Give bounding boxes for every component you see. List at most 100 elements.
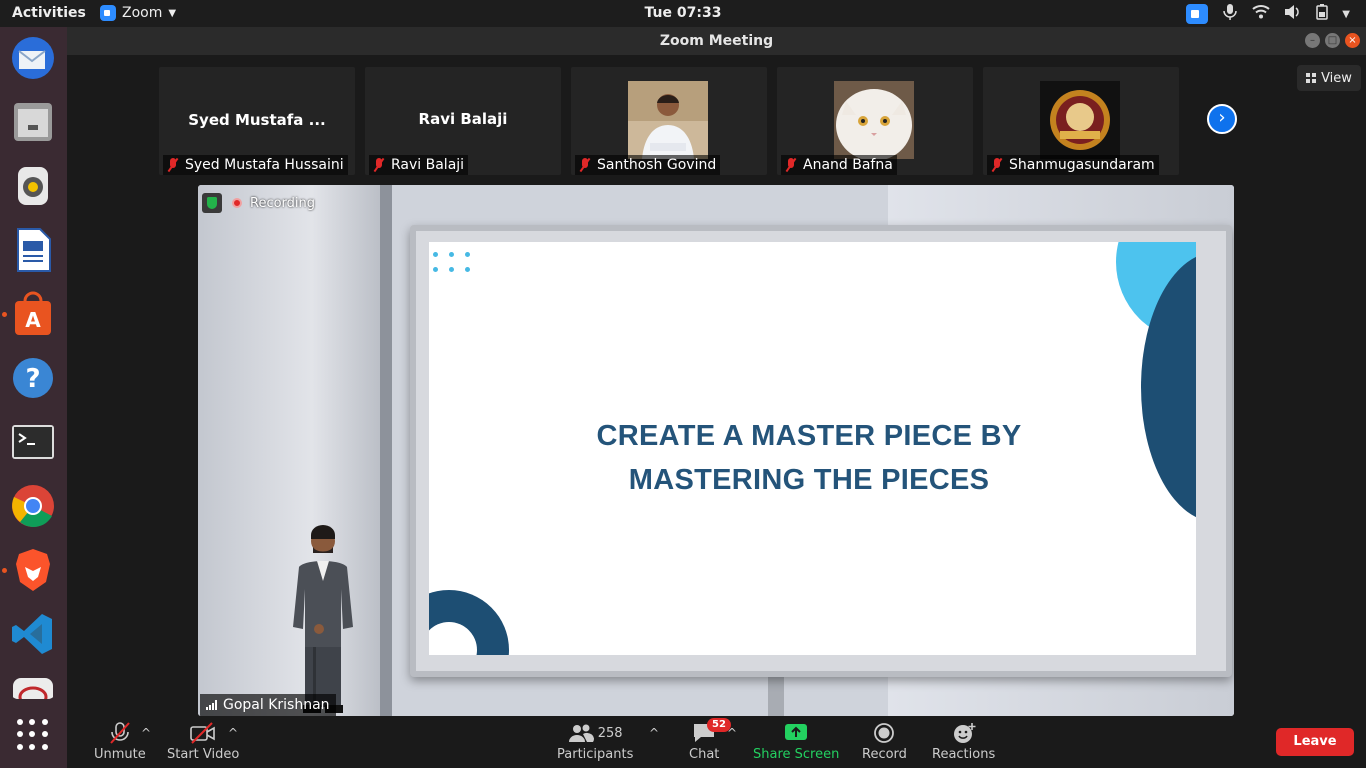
participant-tile[interactable]: Anand Bafna <box>777 67 973 175</box>
mic-muted-icon <box>579 158 591 172</box>
speaker-name-tag: Gopal Krishnan <box>200 694 336 716</box>
meeting-toolbar: Unmute ^ Start Video ^ 258 Participants … <box>67 716 1366 768</box>
volume-icon[interactable] <box>1284 4 1302 24</box>
minimize-button[interactable]: – <box>1305 33 1320 48</box>
recording-dot-icon <box>232 198 242 208</box>
slide: CREATE A MASTER PIECE BY MASTERING THE P… <box>429 242 1196 655</box>
activities-button[interactable]: Activities <box>12 5 86 21</box>
view-button[interactable]: View <box>1297 65 1361 91</box>
chevron-down-icon[interactable]: ▼ <box>1342 9 1350 20</box>
running-indicator <box>2 568 7 573</box>
participants-count: 258 <box>597 725 623 741</box>
slide-title: CREATE A MASTER PIECE BY MASTERING THE P… <box>429 414 1189 502</box>
recording-indicator[interactable]: Recording <box>202 193 315 213</box>
wifi-icon[interactable] <box>1252 4 1270 24</box>
view-button-label: View <box>1321 70 1352 86</box>
microphone-muted-icon <box>107 722 133 744</box>
participant-tile[interactable]: Shanmugasundaram <box>983 67 1179 175</box>
audio-options-caret[interactable]: ^ <box>141 726 151 740</box>
slide-decoration <box>429 590 509 655</box>
record-icon <box>871 722 897 744</box>
chrome-icon[interactable] <box>10 483 56 529</box>
brave-icon[interactable] <box>10 547 56 593</box>
system-top-bar: Activities Zoom ▼ Tue 07:33 ▼ <box>0 0 1366 27</box>
show-applications-icon[interactable] <box>17 719 49 751</box>
terminal-icon[interactable] <box>10 419 56 465</box>
participant-name: Syed Mustafa Hussaini <box>185 157 344 173</box>
studio-pillar <box>380 185 392 716</box>
vscode-icon[interactable] <box>10 611 56 657</box>
participant-name: Ravi Balaji <box>391 157 465 173</box>
microphone-icon[interactable] <box>1222 3 1238 25</box>
chevron-down-icon: ▼ <box>168 7 177 19</box>
rhythmbox-icon[interactable] <box>10 163 56 209</box>
participants-options-caret[interactable]: ^ <box>649 726 659 740</box>
running-indicator <box>2 312 7 317</box>
chevron-right-icon: › <box>1218 107 1226 128</box>
participant-label: Syed Mustafa Hussaini <box>163 155 348 175</box>
share-screen-icon <box>783 722 809 744</box>
participant-tile[interactable]: Santhosh Govind <box>571 67 767 175</box>
svg-text:?: ? <box>25 364 40 394</box>
share-screen-button[interactable]: Share Screen <box>753 722 839 762</box>
battery-icon[interactable] <box>1316 4 1329 24</box>
ubuntu-software-icon[interactable]: A <box>10 291 56 337</box>
slide-dot-pattern <box>433 252 471 272</box>
help-icon[interactable]: ? <box>10 355 56 401</box>
camera-off-icon <box>190 722 216 744</box>
app-menu[interactable]: Zoom ▼ <box>100 5 176 21</box>
recording-label: Recording <box>250 195 316 211</box>
leave-button[interactable]: Leave <box>1276 728 1354 756</box>
chat-options-caret[interactable]: ^ <box>727 726 737 740</box>
speaker-figure <box>293 525 353 713</box>
participants-button[interactable]: 258 Participants <box>557 722 633 762</box>
system-tray[interactable]: ▼ <box>1186 3 1350 25</box>
mic-muted-icon <box>991 158 1003 172</box>
mic-muted-icon <box>373 158 385 172</box>
emoji-add-icon <box>951 722 977 744</box>
unmute-button[interactable]: Unmute <box>94 722 146 762</box>
window-titlebar[interactable]: Zoom Meeting – □ × <box>67 27 1366 55</box>
reactions-label: Reactions <box>932 747 996 762</box>
record-label: Record <box>862 747 907 762</box>
window-title: Zoom Meeting <box>659 33 774 49</box>
people-icon <box>568 722 594 744</box>
zoom-tray-icon[interactable] <box>1186 4 1209 24</box>
participant-label: Shanmugasundaram <box>987 155 1159 175</box>
thunderbird-icon[interactable] <box>10 35 56 81</box>
meeting-area: View Syed Mustafa ... Syed Mustafa Hussa… <box>67 55 1366 716</box>
participant-photo <box>628 81 708 159</box>
tv-stand <box>768 671 784 716</box>
participant-label: Ravi Balaji <box>369 155 469 175</box>
participant-tile[interactable]: Ravi Balaji Ravi Balaji <box>365 67 561 175</box>
close-button[interactable]: × <box>1345 33 1360 48</box>
app-menu-label: Zoom <box>122 5 163 21</box>
participant-tile[interactable]: Syed Mustafa ... Syed Mustafa Hussaini <box>159 67 355 175</box>
participants-label: Participants <box>557 747 634 762</box>
active-speaker-video[interactable]: CREATE A MASTER PIECE BY MASTERING THE P… <box>198 185 1234 716</box>
slide-title-line-1: CREATE A MASTER PIECE BY <box>596 420 1022 452</box>
files-icon[interactable] <box>10 99 56 145</box>
libreoffice-writer-icon[interactable] <box>10 227 56 273</box>
slide-title-line-2: MASTERING THE PIECES <box>628 464 990 496</box>
svg-text:A: A <box>25 308 41 332</box>
participant-name: Shanmugasundaram <box>1009 157 1155 173</box>
shield-icon[interactable] <box>202 193 222 213</box>
participant-display-name: Ravi Balaji <box>418 110 508 128</box>
zoom-app-icon <box>100 5 116 21</box>
chat-label: Chat <box>689 747 720 762</box>
clock[interactable]: Tue 07:33 <box>0 5 1366 21</box>
share-screen-label: Share Screen <box>753 747 840 762</box>
maximize-button[interactable]: □ <box>1325 33 1340 48</box>
app-icon[interactable] <box>10 675 56 699</box>
next-page-button[interactable]: › <box>1207 104 1237 134</box>
video-options-caret[interactable]: ^ <box>228 726 238 740</box>
reactions-button[interactable]: Reactions <box>932 722 995 762</box>
participants-indicator: 258 <box>568 722 623 744</box>
record-button[interactable]: Record <box>862 722 907 762</box>
participant-label: Santhosh Govind <box>575 155 721 175</box>
participant-logo <box>1040 81 1120 159</box>
participant-name: Anand Bafna <box>803 157 893 173</box>
participant-name: Santhosh Govind <box>597 157 717 173</box>
start-video-label: Start Video <box>167 747 240 762</box>
